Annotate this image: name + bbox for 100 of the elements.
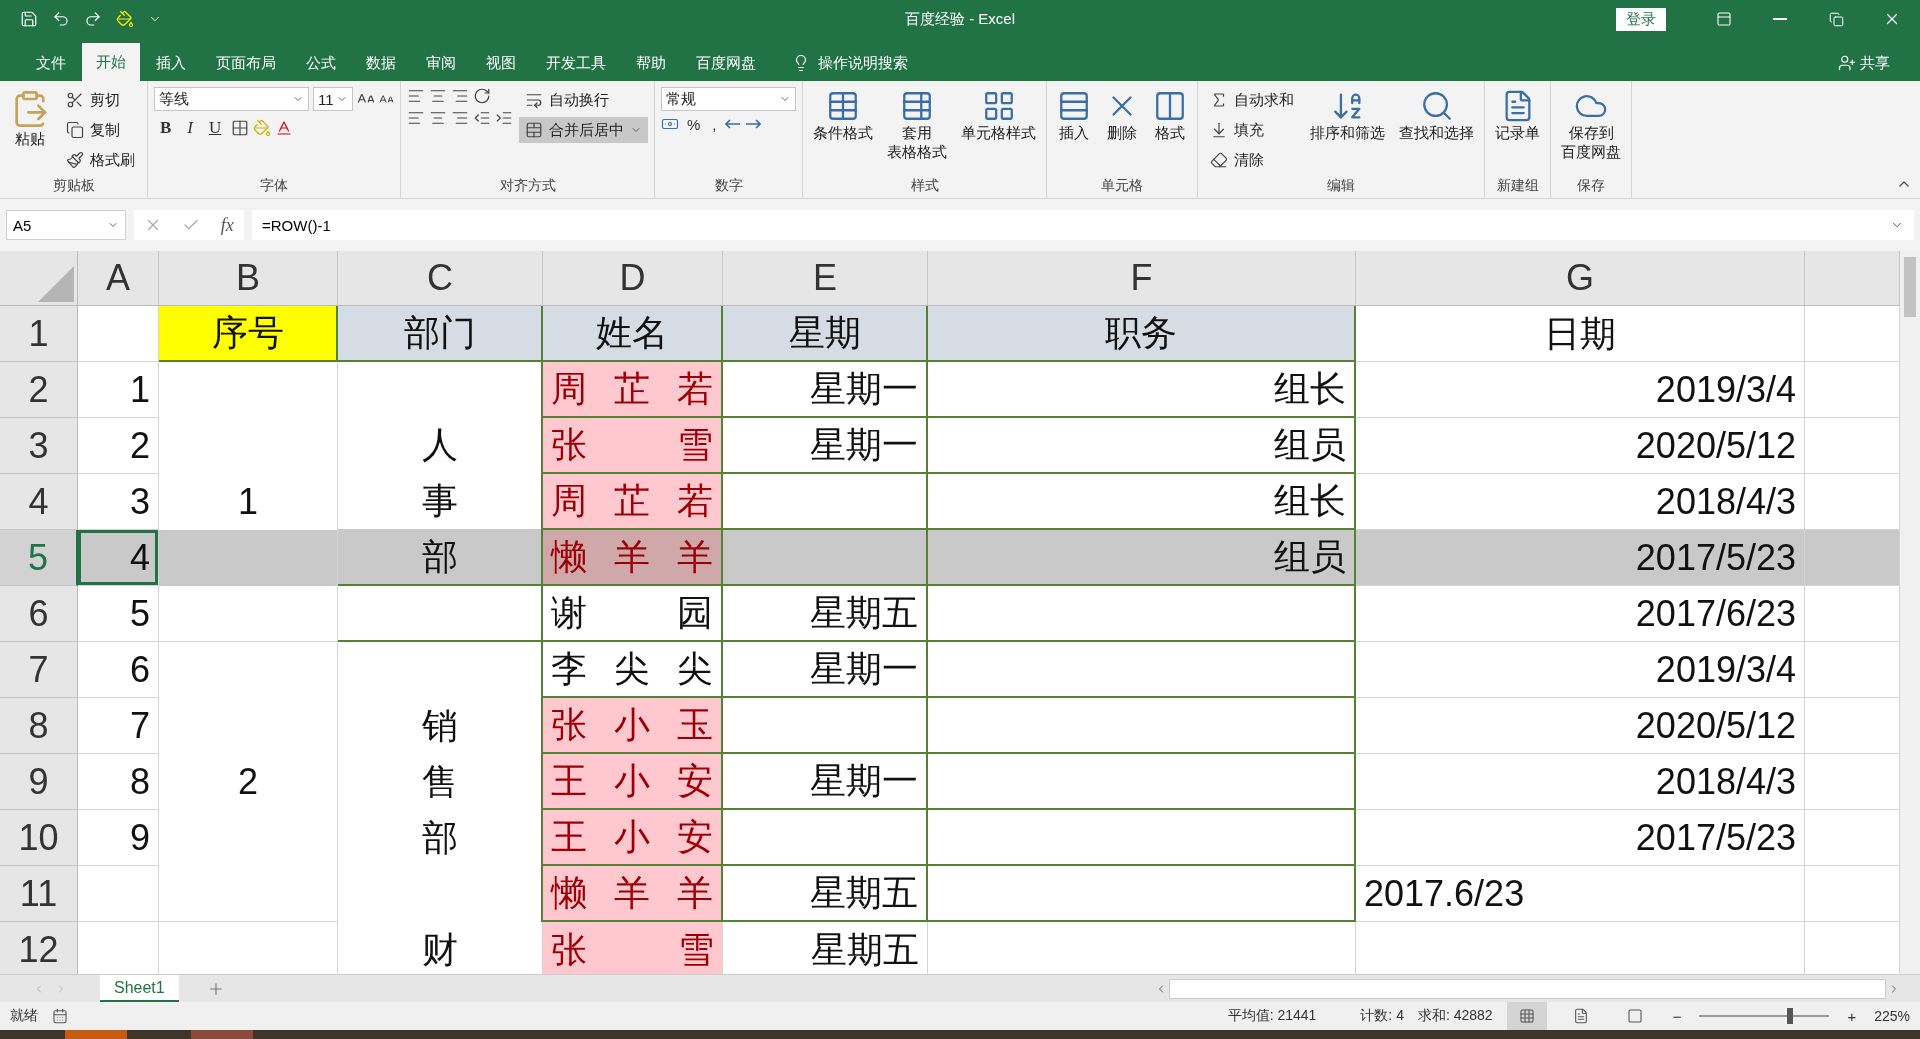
window-title: 百度经验 - Excel	[905, 10, 1015, 29]
vertical-scrollbar[interactable]	[1900, 251, 1920, 974]
cell-text: 组员	[1273, 423, 1346, 467]
align-left-icon[interactable]	[407, 109, 425, 127]
align-center-icon[interactable]	[429, 109, 447, 127]
outdent-icon[interactable]	[473, 109, 491, 127]
column-header[interactable]: A	[78, 251, 159, 306]
row-header[interactable]: 8	[0, 698, 78, 754]
row-header[interactable]: 4	[0, 474, 78, 530]
indent-icon[interactable]	[495, 109, 513, 127]
align-right-icon[interactable]	[451, 109, 469, 127]
zoom-level[interactable]: 225%	[1874, 1008, 1910, 1024]
undo-icon[interactable]	[52, 10, 70, 28]
calendar-icon[interactable]	[52, 1008, 68, 1024]
column-header[interactable]: B	[159, 251, 338, 306]
ribbon-tab[interactable]: 文件	[22, 45, 80, 81]
borders-icon[interactable]	[231, 119, 250, 137]
cell-text: 2018/4/3	[1654, 479, 1796, 524]
cell-text: 王小安	[551, 759, 713, 803]
row-header[interactable]: 6	[0, 586, 78, 642]
ribbon-button[interactable]: 查找和选择	[1395, 87, 1478, 174]
row-header[interactable]: 12	[0, 922, 78, 974]
ribbon-button[interactable]: 复制	[60, 117, 141, 143]
name-box[interactable]: A5	[6, 210, 126, 240]
cell-text: 组长	[1273, 367, 1346, 411]
row-header[interactable]: 9	[0, 754, 78, 810]
horizontal-scrollbar[interactable]	[1169, 978, 1886, 999]
align-top-icon[interactable]	[407, 87, 425, 105]
tell-me-search[interactable]: 操作说明搜索	[786, 45, 914, 81]
row-header[interactable]: 1	[0, 306, 78, 362]
merge-center-button[interactable]: 合并后居中	[519, 117, 648, 143]
ribbon-button[interactable]: 排序和筛选	[1306, 87, 1389, 174]
zoom-in-button[interactable]: +	[1843, 1007, 1861, 1025]
share-button[interactable]: 共享	[1832, 45, 1896, 81]
number-format-button[interactable]: ,	[708, 115, 721, 133]
redo-icon[interactable]	[84, 10, 102, 28]
cell-text: 星期五	[809, 871, 918, 915]
column-header[interactable]: E	[723, 251, 928, 306]
ribbon-tab[interactable]: 开发工具	[532, 45, 620, 81]
number-format-button[interactable]: %	[683, 115, 705, 133]
ribbon-button[interactable]: 自动求和	[1204, 87, 1300, 113]
row-header[interactable]: 7	[0, 642, 78, 698]
group-title: 字体	[259, 176, 289, 195]
column-header[interactable]: D	[543, 251, 723, 306]
rotate-icon[interactable]	[473, 87, 491, 105]
ribbon-button[interactable]: 填充	[1204, 117, 1300, 143]
ribbon-tab[interactable]: 审阅	[412, 45, 470, 81]
row-header[interactable]: 11	[0, 866, 78, 922]
right-arrow-icon[interactable]	[744, 118, 761, 130]
cell-text: 星期一	[809, 367, 918, 411]
normal-view-button[interactable]	[1506, 1002, 1547, 1030]
ribbon-button[interactable]: 删除	[1101, 87, 1143, 174]
ribbon-button[interactable]: 格式	[1149, 87, 1191, 174]
restore-icon	[1828, 11, 1844, 27]
left-arrow-icon[interactable]	[724, 118, 741, 130]
font-size-field[interactable]: 11	[313, 87, 353, 111]
align-bottom-icon[interactable]	[451, 87, 469, 105]
font-name-field[interactable]: 等线	[154, 87, 309, 111]
ribbon-button[interactable]: 清除	[1204, 147, 1300, 173]
ribbon-button[interactable]: 记录单	[1491, 87, 1544, 174]
sign-in-button[interactable]: 登录	[1616, 7, 1666, 31]
wrap-text-button[interactable]: 自动换行	[519, 87, 648, 113]
number-format-field[interactable]: 常规	[661, 87, 796, 111]
insert-function-button[interactable]: fx	[220, 214, 234, 236]
formula-field[interactable]: =ROW()-1	[252, 210, 1914, 240]
ribbon-button[interactable]: 剪切	[60, 87, 141, 113]
ribbon-tab[interactable]: 数据	[352, 45, 410, 81]
ribbon-tab[interactable]: 插入	[142, 45, 200, 81]
paint-bucket-icon[interactable]	[116, 10, 134, 28]
paste-button[interactable]: 粘贴	[6, 87, 54, 174]
column-header[interactable]: F	[928, 251, 1356, 306]
column-header[interactable]: C	[338, 251, 543, 306]
ribbon-tab[interactable]: 开始	[82, 43, 140, 81]
ribbon-button[interactable]: 套用 表格格式	[883, 87, 951, 174]
scroll-thumb[interactable]	[1904, 257, 1916, 317]
ribbon-tab[interactable]: 百度网盘	[682, 45, 770, 81]
column-header[interactable]: G	[1356, 251, 1805, 306]
ribbon-tab[interactable]: 视图	[472, 45, 530, 81]
row-header[interactable]: 5	[0, 530, 78, 586]
ribbon-button[interactable]: 插入	[1053, 87, 1095, 174]
font-style-button[interactable]: I	[181, 115, 199, 141]
save-icon[interactable]	[20, 10, 38, 28]
active-cell[interactable]: 4	[78, 530, 159, 586]
ribbon-button[interactable]: 条件格式	[809, 87, 877, 174]
ribbon-tab[interactable]: 帮助	[622, 45, 680, 81]
ribbon-tab[interactable]: 页面布局	[202, 45, 290, 81]
zoom-thumb[interactable]	[1787, 1008, 1794, 1024]
ribbon-button[interactable]: 格式刷	[60, 147, 141, 173]
font-style-button[interactable]: B	[154, 115, 178, 141]
align-middle-icon[interactable]	[429, 87, 447, 105]
user-icon	[1838, 54, 1856, 72]
row-header[interactable]: 10	[0, 810, 78, 866]
font-style-button[interactable]: U	[203, 115, 228, 141]
sheet-tab[interactable]: Sheet1	[100, 975, 179, 1002]
zoom-out-button[interactable]: −	[1668, 1007, 1686, 1025]
ribbon-tab[interactable]: 公式	[292, 45, 350, 81]
ribbon-button[interactable]: 保存到 百度网盘	[1557, 87, 1625, 174]
row-header[interactable]: 3	[0, 418, 78, 474]
row-header[interactable]: 2	[0, 362, 78, 418]
ribbon-button[interactable]: 单元格样式	[957, 87, 1040, 174]
